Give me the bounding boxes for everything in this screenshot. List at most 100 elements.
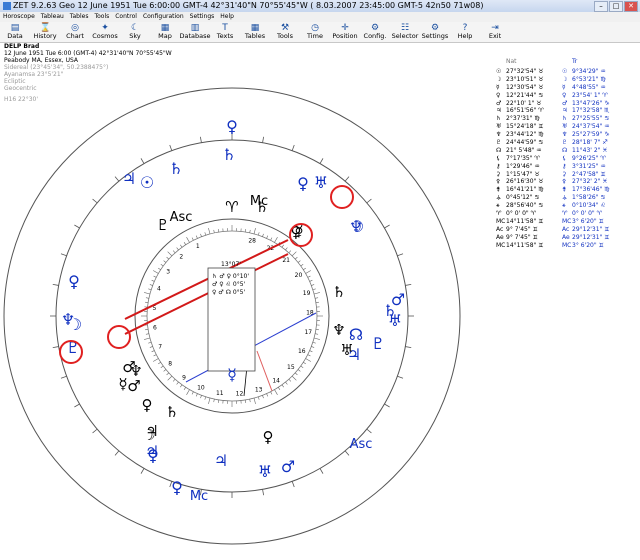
birth-datetime: 12 June 1951 Tue 6:00 (GMT-4) 42°31'40"N…	[4, 50, 172, 57]
degree-tick	[204, 232, 207, 236]
planet-row: ♅ 15°24'18" ♊ ♅ 24°37'54" ♒	[496, 123, 628, 131]
natal-position: 9° 7'45" ♊	[506, 233, 538, 241]
degree-tick	[285, 247, 288, 251]
outer-tick	[262, 136, 264, 143]
outer-tick	[114, 450, 120, 456]
degree-tick	[262, 395, 264, 399]
natal-planet-glyph: ☽	[142, 426, 155, 444]
transit-glyph: ☿	[562, 83, 566, 91]
transit-glyph: ⚳	[562, 170, 567, 178]
transit-planet-glyph: ♂	[281, 457, 295, 476]
degree-tick	[294, 256, 298, 260]
degree-number: 28	[248, 238, 256, 245]
transit-glyph: ⚶	[562, 194, 568, 202]
natal-glyph: ♃	[496, 107, 502, 115]
degree-tick	[311, 346, 315, 348]
outer-tick	[169, 144, 173, 151]
transit-position: 23°54' 1" ♈	[572, 91, 608, 99]
degree-number: 4	[157, 286, 161, 293]
degree-number: 3	[166, 268, 170, 275]
transit-glyph: MC	[562, 217, 572, 225]
planet-positions-table: Nat Tr ☉ 27°32'54" ♉ ☉ 9°34'29" ♒ ☽ 23°10'51"…	[496, 58, 628, 249]
natal-position: 23°44'12" ♍	[506, 131, 544, 139]
transit-glyph: ♂	[562, 99, 568, 107]
outer-tick	[405, 284, 412, 286]
planet-row: ☿ 12°30'54" ♉ ☿ 4°48'55" ♒	[496, 84, 628, 92]
transit-position: 13°47'26" ♑	[572, 99, 610, 107]
degree-tick	[166, 256, 170, 260]
transit-position: 11°43' 2" ♓	[572, 146, 608, 154]
transit-glyph: ☽	[562, 75, 568, 83]
degree-tick	[213, 229, 215, 233]
natal-position: 26°16'30" ♉	[506, 178, 544, 186]
transit-glyph: ♆	[562, 131, 568, 139]
planet-row: ☽ 23°10'51" ♉ ☽ 6°53'21" ♍	[496, 76, 628, 84]
transit-position: 4°48'55" ♒	[572, 83, 606, 91]
degree-tick	[180, 384, 183, 388]
degree-number: 9	[182, 374, 186, 381]
outer-tick	[262, 489, 264, 496]
degree-tick	[208, 228, 211, 234]
transit-planet-glyph: ♅	[314, 173, 328, 192]
degree-tick	[176, 247, 179, 251]
natal-planet-glyph: ♈	[225, 198, 238, 216]
degree-tick	[167, 375, 173, 381]
degree-tick	[297, 369, 301, 372]
degree-tick	[200, 233, 202, 237]
degree-tick	[312, 288, 316, 291]
degree-tick	[149, 284, 153, 286]
outer-tick	[344, 450, 350, 456]
degree-tick	[180, 244, 183, 248]
natal-position: 28°56'40" ♋	[506, 202, 544, 210]
degree-tick	[311, 284, 315, 286]
transit-planet-glyph: ♄	[222, 145, 236, 164]
degree-tick	[153, 270, 159, 274]
planet-row: Ae 9° 7'45" ♊ Ae 29°12'31" ♊	[496, 234, 628, 242]
degree-tick	[186, 389, 190, 395]
ecliptic-label: Ecliptic	[4, 78, 26, 85]
degree-tick	[172, 250, 176, 254]
natal-glyph: ⚸	[496, 154, 501, 162]
planet-row: ⚹ 28°56'40" ♋ ⚹ 0°10'34" ♌	[496, 202, 628, 210]
degree-tick	[163, 260, 167, 263]
degree-tick	[309, 279, 313, 282]
transit-planet-glyph: ☉	[140, 173, 154, 192]
degree-tick	[163, 369, 167, 372]
natal-glyph: ⚳	[496, 170, 501, 178]
chart-info: DELP Brad 12 June 1951 Tue 6:00 (GMT-4) …	[4, 43, 172, 103]
outer-tick	[60, 253, 67, 257]
degree-tick	[149, 346, 153, 348]
natal-glyph: ☉	[496, 68, 502, 75]
natal-glyph: ♅	[496, 123, 502, 131]
harmonic-label: H16 22°30'	[4, 96, 38, 103]
degree-tick	[309, 350, 313, 353]
degree-tick	[191, 391, 194, 395]
natal-glyph: ⚹	[496, 202, 500, 210]
natal-glyph: ♂	[496, 99, 502, 107]
degree-number: 16	[298, 348, 306, 355]
transit-planet-glyph: ♄	[169, 159, 183, 178]
degree-tick	[145, 333, 149, 335]
transit-glyph: ⚵	[562, 186, 567, 194]
natal-planet-glyph: ♆	[129, 362, 142, 380]
transit-planet-glyph: ♄	[383, 301, 397, 320]
degree-tick	[153, 354, 157, 357]
aspect-line	[124, 239, 289, 320]
degree-tick	[294, 372, 298, 376]
transit-planet-glyph: ♀	[171, 478, 183, 497]
degree-number: 19	[303, 290, 311, 297]
natal-planet-glyph: ♅	[340, 341, 353, 359]
transit-position: 27°32' 2" ♓	[572, 178, 608, 186]
planet-row: ♈ 0° 0' 0" ♈ ♈ 0° 0' 0" ♈	[496, 210, 628, 218]
transit-glyph: ♀	[562, 91, 567, 99]
degree-tick	[195, 235, 198, 239]
transit-planet-glyph: ♀	[226, 117, 238, 136]
transit-position: 27°25'55" ♋	[572, 115, 610, 123]
outer-tick	[92, 198, 98, 204]
degree-tick	[297, 260, 301, 263]
transit-glyph: ☊	[562, 146, 568, 154]
natal-position: 27°32'54" ♉	[506, 68, 544, 75]
natal-glyph: ⚷	[496, 162, 501, 170]
planet-row: ☉ 27°32'54" ♉ ☉ 9°34'29" ♒	[496, 68, 628, 76]
natal-header: Nat	[506, 58, 517, 65]
